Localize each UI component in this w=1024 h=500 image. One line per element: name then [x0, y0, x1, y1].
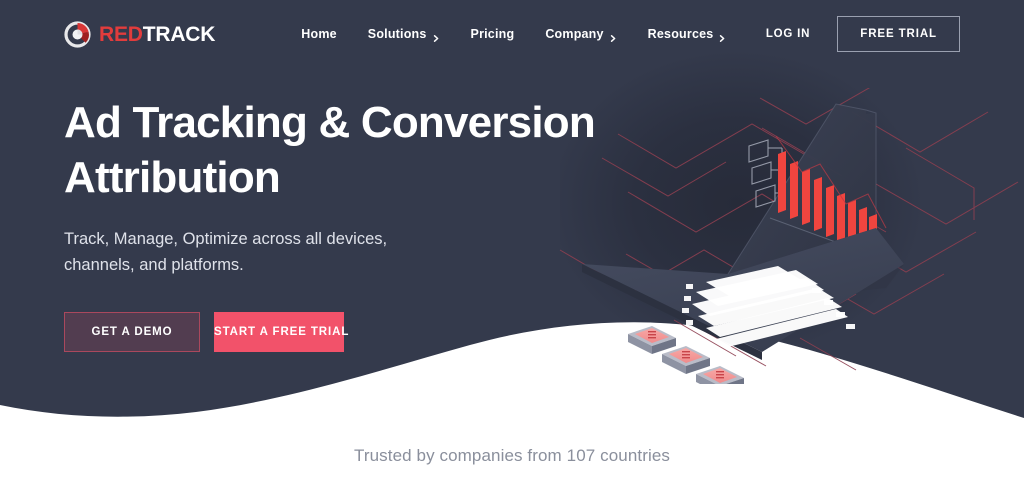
- header-actions: LOG IN FREE TRIAL: [766, 16, 960, 52]
- subhead-line-2: channels, and platforms.: [64, 255, 244, 274]
- trusted-by-text: Trusted by companies from 107 countries: [353, 446, 671, 465]
- nav-label: Pricing: [470, 27, 515, 41]
- nav-label: Resources: [647, 27, 714, 41]
- logo-text-white: TRACK: [142, 22, 216, 46]
- nav-item-pricing[interactable]: Pricing: [471, 27, 515, 41]
- login-link[interactable]: LOG IN: [766, 28, 810, 40]
- nav-label: Solutions: [367, 27, 427, 41]
- isometric-laptop-illustration: [556, 88, 1024, 384]
- nav-label: Company: [545, 27, 604, 41]
- redtrack-circle-logo-icon: [64, 20, 91, 48]
- chevron-right-icon: [610, 31, 617, 42]
- subhead-line-1: Track, Manage, Optimize across all devic…: [64, 230, 388, 249]
- chevron-right-icon: [433, 31, 440, 42]
- nav-item-home[interactable]: Home: [301, 27, 337, 41]
- nav-item-solutions[interactable]: Solutions: [367, 27, 440, 42]
- chip-3: [696, 366, 744, 384]
- hero-subheading: Track, Manage, Optimize across all devic…: [64, 227, 424, 278]
- page-title: Ad Tracking & Conversion Attribution: [64, 96, 624, 205]
- logo[interactable]: REDTRACK: [64, 20, 215, 48]
- logo-text-red: RED: [99, 22, 143, 46]
- page-root: REDTRACK Home Solutions Pricing Company: [0, 0, 1024, 500]
- hero-content: Ad Tracking & Conversion Attribution Tra…: [64, 96, 624, 353]
- chevron-right-icon: [719, 31, 726, 42]
- chip-2: [662, 346, 710, 374]
- start-free-trial-button[interactable]: START A FREE TRIAL: [214, 312, 348, 353]
- nav-label: Home: [301, 27, 337, 41]
- nav-item-company[interactable]: Company: [545, 27, 617, 42]
- get-a-demo-button[interactable]: GET A DEMO: [64, 312, 200, 353]
- logo-text: REDTRACK: [99, 24, 215, 45]
- chip-1: [628, 326, 676, 354]
- free-trial-button[interactable]: FREE TRIAL: [837, 16, 960, 52]
- headline-line-2: Attribution: [64, 152, 281, 202]
- main-navigation: Home Solutions Pricing Company Resources: [301, 27, 727, 42]
- nav-item-resources[interactable]: Resources: [647, 27, 727, 42]
- site-header: REDTRACK Home Solutions Pricing Company: [0, 0, 1024, 68]
- headline-line-1: Ad Tracking & Conversion: [64, 98, 596, 147]
- hero-cta-row: GET A DEMO START A FREE TRIAL: [64, 312, 624, 353]
